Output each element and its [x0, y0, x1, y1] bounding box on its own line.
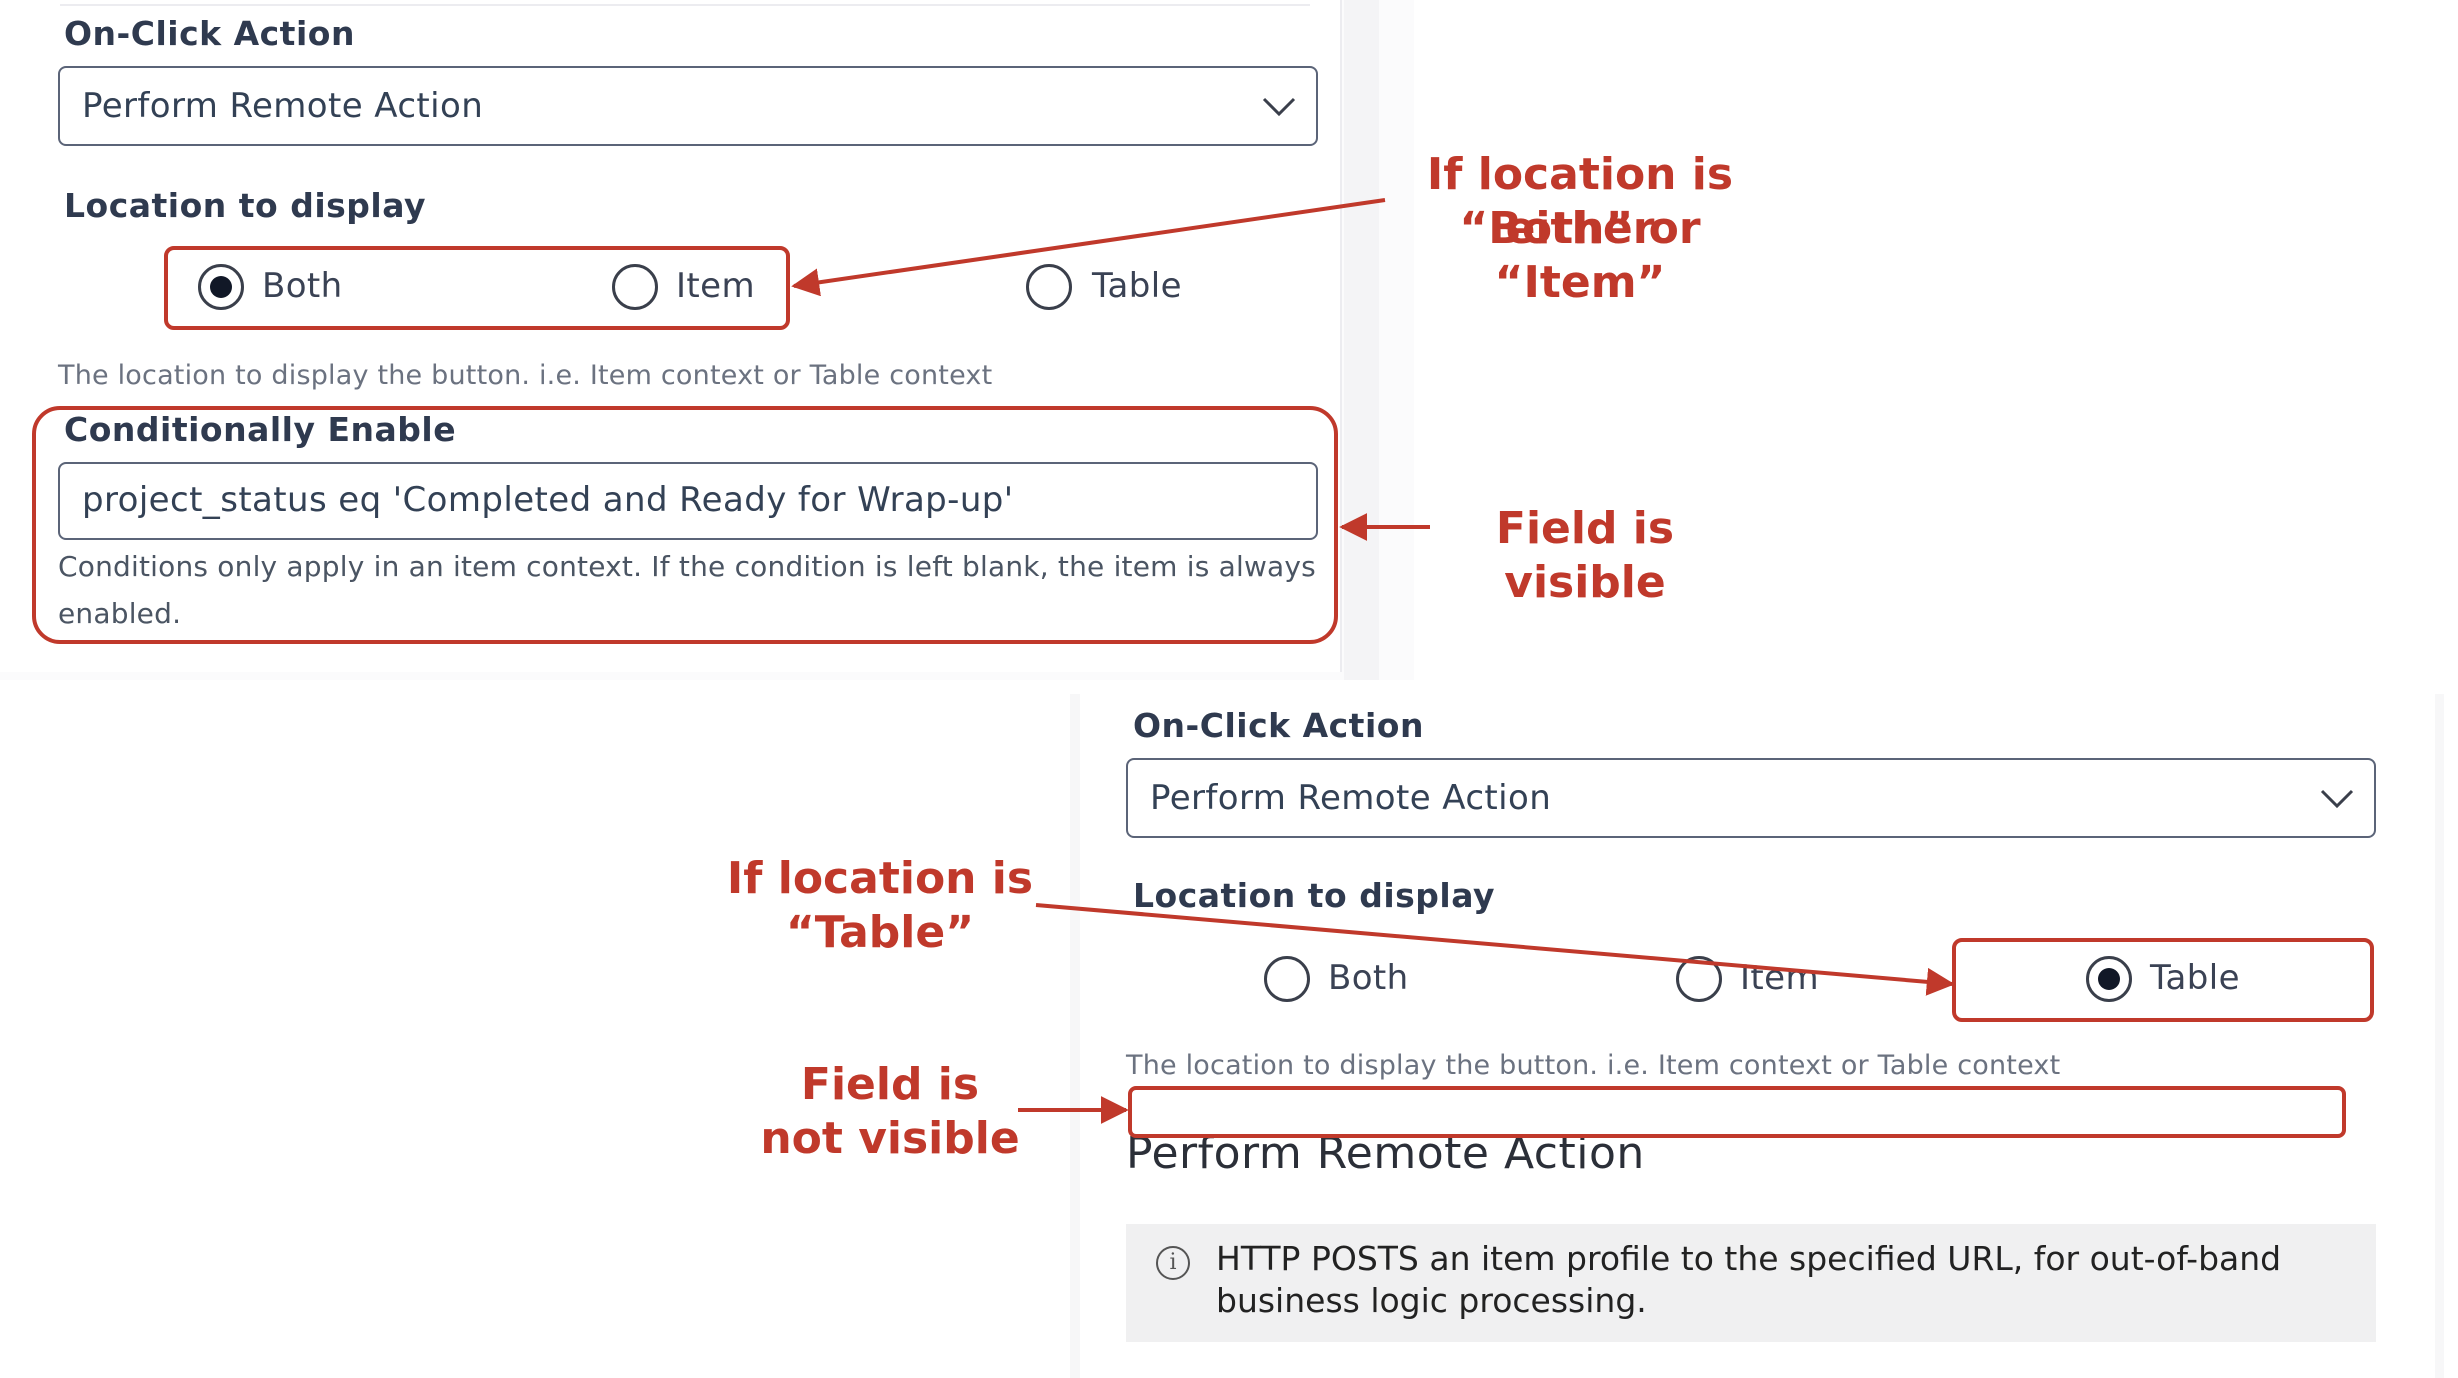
annotation-table-line1: If location is	[726, 853, 1034, 904]
highlight-both-item	[164, 246, 790, 330]
location-help-text: The location to display the button. i.e.…	[58, 360, 993, 391]
radio-table-label: Table	[1092, 266, 1182, 306]
annotation-table-line2: “Table”	[785, 907, 975, 958]
highlight-hidden-field	[1128, 1086, 2346, 1138]
info-panel: i HTTP POSTS an item profile to the spec…	[1126, 1224, 2376, 1342]
top-scrollbar-track[interactable]	[1344, 0, 1379, 680]
bottom-radio-item[interactable]	[1676, 956, 1722, 1002]
bottom-location-help-text: The location to display the button. i.e.…	[1126, 1050, 2061, 1081]
on-click-action-select[interactable]: Perform Remote Action	[58, 66, 1318, 146]
bottom-radio-both[interactable]	[1264, 956, 1310, 1002]
bottom-on-click-action-value: Perform Remote Action	[1150, 778, 1552, 818]
annotation-field-visible: Field is visible	[1495, 503, 1675, 608]
info-text-line2: business logic processing.	[1216, 1281, 1647, 1320]
info-text-line1: HTTP POSTS an item profile to the specif…	[1216, 1239, 2282, 1278]
annotation-not-visible-line2: not visible	[760, 1113, 1020, 1164]
annotation-not-visible-line1: Field is	[800, 1059, 980, 1110]
bottom-radio-both-label: Both	[1328, 958, 1409, 998]
bottom-radio-item-label: Item	[1740, 958, 1819, 998]
top-card-edge	[60, 0, 1310, 6]
highlight-conditionally-enable	[32, 406, 1338, 644]
chevron-down-icon	[1262, 97, 1296, 117]
radio-table[interactable]	[1026, 264, 1072, 310]
highlight-table-radio	[1952, 938, 2374, 1022]
info-icon: i	[1156, 1246, 1190, 1280]
bottom-on-click-action-label: On-Click Action	[1133, 706, 1424, 745]
bottom-location-to-display-label: Location to display	[1133, 876, 1495, 915]
chevron-down-icon	[2320, 789, 2354, 809]
annotation-either-line2: “Both” or “Item”	[1459, 203, 1701, 308]
on-click-action-label: On-Click Action	[64, 14, 355, 53]
on-click-action-value: Perform Remote Action	[82, 86, 484, 126]
bottom-on-click-action-select[interactable]: Perform Remote Action	[1126, 758, 2376, 838]
location-to-display-label: Location to display	[64, 186, 426, 225]
